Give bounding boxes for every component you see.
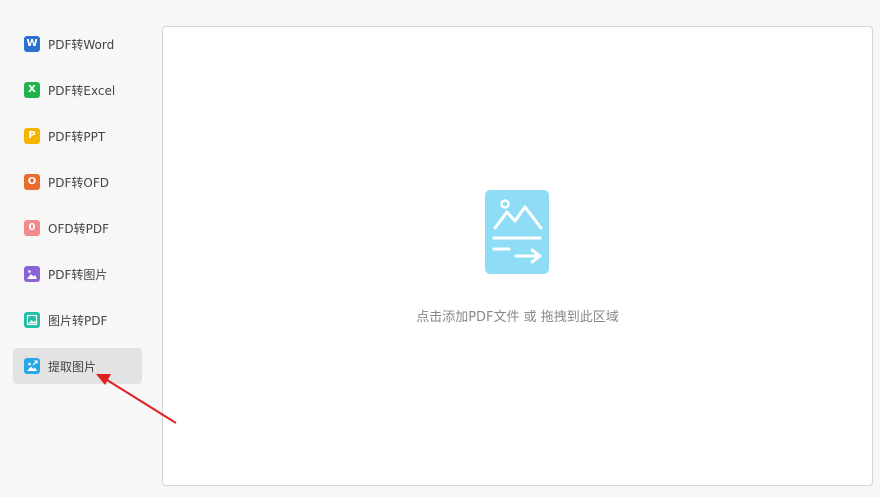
image-document-icon <box>485 190 549 274</box>
excel-icon: X <box>24 82 40 98</box>
sidebar-item-image-to-pdf[interactable]: 图片转PDF <box>13 302 142 338</box>
sidebar-item-pdf-to-image[interactable]: PDF转图片 <box>13 256 142 292</box>
sidebar-item-ofd-to-pdf[interactable]: 0 OFD转PDF <box>13 210 142 246</box>
sidebar-item-extract-image[interactable]: 提取图片 <box>13 348 142 384</box>
sidebar-item-label: 提取图片 <box>48 359 97 374</box>
word-icon: W <box>24 36 40 52</box>
sidebar-item-label: PDF转OFD <box>48 175 109 190</box>
sidebar-item-pdf-to-ofd[interactable]: O PDF转OFD <box>13 164 142 200</box>
file-dropzone[interactable]: 点击添加PDF文件 或 拖拽到此区域 <box>162 26 873 486</box>
sidebar-item-label: PDF转PPT <box>48 129 106 144</box>
image-icon <box>24 266 40 282</box>
ppt-icon: P <box>24 128 40 144</box>
image-to-pdf-icon <box>24 312 40 328</box>
pdf-icon: 0 <box>24 220 40 236</box>
sidebar-item-pdf-to-word[interactable]: W PDF转Word <box>13 26 142 62</box>
ofd-icon: O <box>24 174 40 190</box>
sidebar-item-label: PDF转图片 <box>48 267 108 282</box>
dropzone-hint: 点击添加PDF文件 或 拖拽到此区域 <box>416 310 619 325</box>
sidebar-item-label: 图片转PDF <box>48 313 108 328</box>
sidebar-item-pdf-to-excel[interactable]: X PDF转Excel <box>13 72 142 108</box>
sidebar-item-label: OFD转PDF <box>48 221 109 236</box>
sidebar-item-pdf-to-ppt[interactable]: P PDF转PPT <box>13 118 142 154</box>
extract-image-icon <box>24 358 40 374</box>
sidebar-item-label: PDF转Word <box>48 37 115 52</box>
sidebar-item-label: PDF转Excel <box>48 83 116 98</box>
sidebar: W PDF转Word X PDF转Excel P PDF转PPT O PDF转O… <box>0 0 160 497</box>
